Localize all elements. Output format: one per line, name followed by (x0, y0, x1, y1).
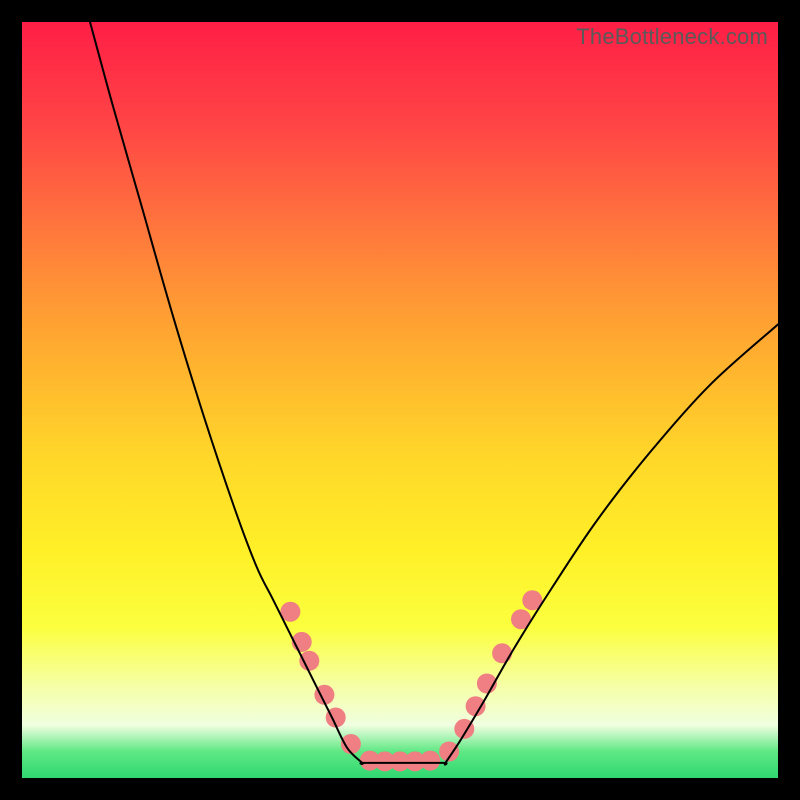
marker-dot (466, 696, 486, 716)
marker-dot (492, 643, 512, 663)
marker-dots (280, 590, 542, 771)
chart-stage: TheBottleneck.com (0, 0, 800, 800)
bottleneck-curve (90, 22, 778, 765)
curve-layer (22, 22, 778, 778)
plot-area: TheBottleneck.com (22, 22, 778, 778)
attribution-label: TheBottleneck.com (576, 24, 768, 50)
marker-dot (299, 651, 319, 671)
marker-dot (420, 751, 440, 771)
